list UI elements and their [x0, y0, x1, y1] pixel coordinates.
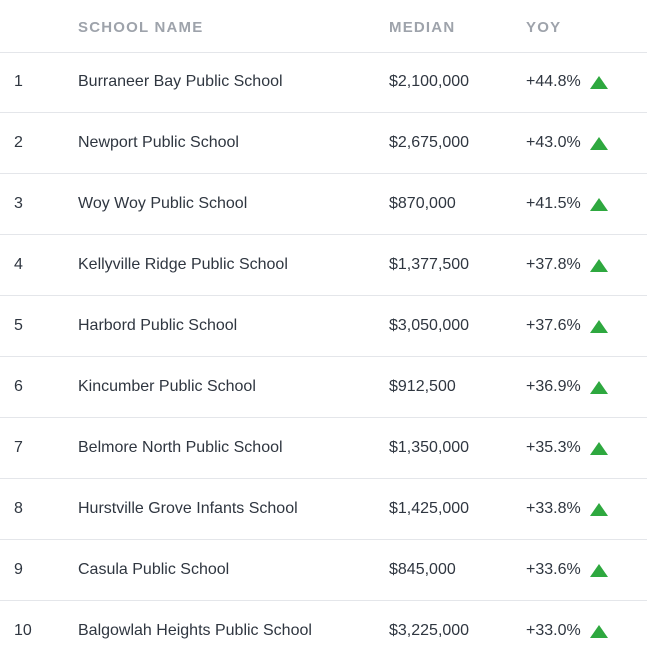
school-name-cell[interactable]: Woy Woy Public School	[78, 195, 247, 213]
yoy-cell: +36.9%	[526, 378, 581, 395]
table-row[interactable]: 4 Kellyville Ridge Public School $1,377,…	[0, 235, 647, 296]
table-row[interactable]: 5 Harbord Public School $3,050,000 +37.6…	[0, 296, 647, 357]
school-name-cell[interactable]: Balgowlah Heights Public School	[78, 622, 312, 640]
triangle-up-icon	[590, 259, 608, 272]
school-name-cell[interactable]: Belmore North Public School	[78, 439, 283, 457]
yoy-cell: +43.0%	[526, 134, 581, 151]
column-header-yoy[interactable]: YOY	[526, 19, 561, 36]
median-cell: $1,350,000	[389, 439, 470, 456]
yoy-cell: +33.0%	[526, 622, 581, 639]
rank-cell: 4	[14, 256, 23, 273]
rank-cell: 7	[14, 439, 23, 456]
school-name-cell[interactable]: Casula Public School	[78, 561, 229, 579]
yoy-cell: +41.5%	[526, 195, 581, 212]
triangle-up-icon	[590, 76, 608, 89]
school-name-cell[interactable]: Kincumber Public School	[78, 378, 256, 396]
triangle-up-icon	[590, 625, 608, 638]
rank-cell: 9	[14, 561, 23, 578]
triangle-up-icon	[590, 198, 608, 211]
triangle-up-icon	[590, 320, 608, 333]
rank-cell: 8	[14, 500, 23, 517]
yoy-cell: +37.6%	[526, 317, 581, 334]
table-header: SCHOOL NAME MEDIAN YOY	[0, 0, 647, 53]
school-name-cell[interactable]: Kellyville Ridge Public School	[78, 256, 288, 274]
yoy-cell: +44.8%	[526, 73, 581, 90]
school-name-cell[interactable]: Burraneer Bay Public School	[78, 73, 283, 91]
triangle-up-icon	[590, 381, 608, 394]
school-median-table: SCHOOL NAME MEDIAN YOY 1 Burraneer Bay P…	[0, 0, 647, 651]
triangle-up-icon	[590, 137, 608, 150]
school-name-cell[interactable]: Newport Public School	[78, 134, 239, 152]
table-row[interactable]: 3 Woy Woy Public School $870,000 +41.5%	[0, 174, 647, 235]
median-cell: $2,100,000	[389, 73, 470, 90]
column-header-median[interactable]: MEDIAN	[389, 19, 455, 36]
median-cell: $1,377,500	[389, 256, 470, 273]
table-row[interactable]: 9 Casula Public School $845,000 +33.6%	[0, 540, 647, 601]
school-name-cell[interactable]: Harbord Public School	[78, 317, 237, 335]
median-cell: $845,000	[389, 561, 456, 578]
median-cell: $1,425,000	[389, 500, 470, 517]
yoy-cell: +37.8%	[526, 256, 581, 273]
rank-cell: 3	[14, 195, 23, 212]
triangle-up-icon	[590, 442, 608, 455]
median-cell: $3,050,000	[389, 317, 470, 334]
rank-cell: 1	[14, 73, 23, 90]
table-row[interactable]: 10 Balgowlah Heights Public School $3,22…	[0, 601, 647, 651]
column-header-school-name[interactable]: SCHOOL NAME	[78, 19, 203, 36]
table-row[interactable]: 6 Kincumber Public School $912,500 +36.9…	[0, 357, 647, 418]
yoy-cell: +35.3%	[526, 439, 581, 456]
median-cell: $2,675,000	[389, 134, 470, 151]
rank-cell: 5	[14, 317, 23, 334]
triangle-up-icon	[590, 564, 608, 577]
table-row[interactable]: 1 Burraneer Bay Public School $2,100,000…	[0, 52, 647, 113]
rank-cell: 6	[14, 378, 23, 395]
yoy-cell: +33.8%	[526, 500, 581, 517]
median-cell: $3,225,000	[389, 622, 470, 639]
yoy-cell: +33.6%	[526, 561, 581, 578]
median-cell: $870,000	[389, 195, 456, 212]
triangle-up-icon	[590, 503, 608, 516]
table-row[interactable]: 2 Newport Public School $2,675,000 +43.0…	[0, 113, 647, 174]
rank-cell: 10	[14, 622, 32, 639]
rank-cell: 2	[14, 134, 23, 151]
school-name-cell[interactable]: Hurstville Grove Infants School	[78, 500, 298, 518]
median-cell: $912,500	[389, 378, 456, 395]
table-row[interactable]: 7 Belmore North Public School $1,350,000…	[0, 418, 647, 479]
table-row[interactable]: 8 Hurstville Grove Infants School $1,425…	[0, 479, 647, 540]
